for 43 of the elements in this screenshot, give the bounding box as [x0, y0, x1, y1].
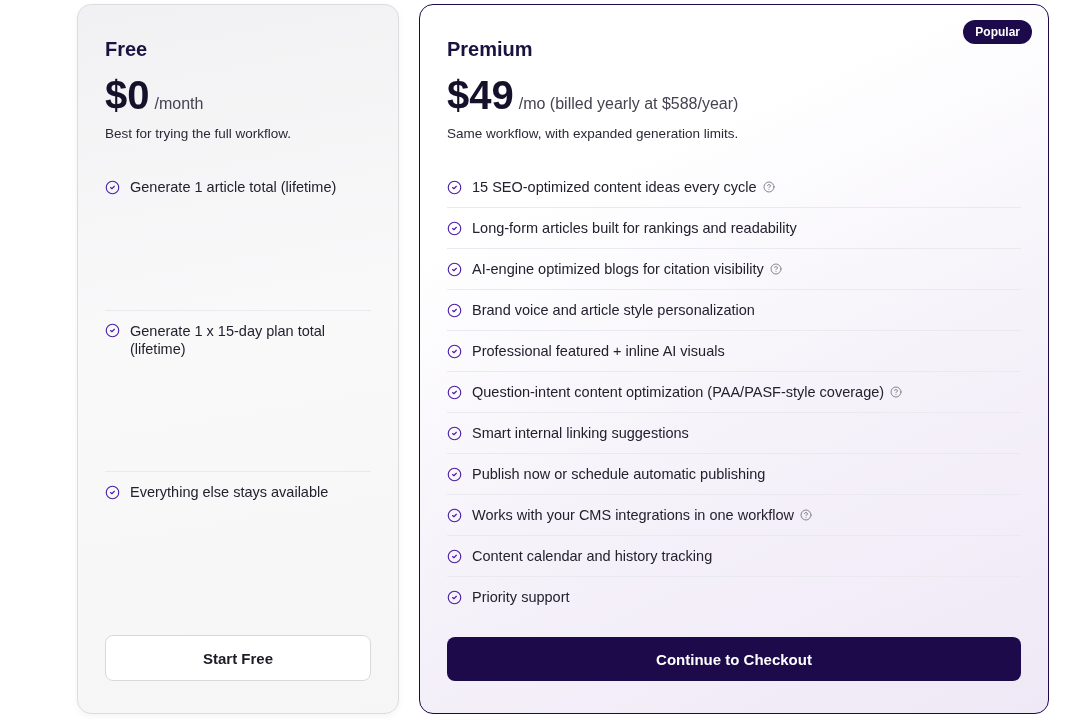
billing-period: /mo (billed yearly at $588/year) [518, 94, 739, 114]
check-circle-icon [447, 507, 462, 523]
check-circle-icon [447, 220, 462, 236]
feature-text: Long-form articles built for rankings and readability [472, 219, 797, 237]
feature-text: Professional featured + inline AI visuals [472, 342, 725, 360]
feature-text: Question-intent content optimization (PAA/PASF-style coverage) [472, 383, 885, 401]
check-circle-icon [447, 466, 462, 482]
feature-text: Priority support [472, 588, 570, 606]
help-icon[interactable] [890, 386, 903, 398]
start-button[interactable]: Start Free [105, 635, 371, 681]
plan-title: Premium [447, 37, 533, 61]
billing-period: /month [154, 94, 204, 114]
feature-text: Publish now or schedule automatic publishing [472, 465, 766, 483]
feature-text: Content calendar and history tracking [472, 547, 713, 565]
check-circle-icon [447, 261, 462, 277]
popular-badge: Popular [963, 20, 1032, 44]
feature-text: Works with your CMS integrations in one workflow [472, 506, 795, 524]
feature-text: 15 SEO-optimized content ideas every cycle [472, 178, 757, 196]
plan-title: Free [105, 37, 148, 61]
plan-description: Same workflow, with expanded generation limits. [447, 125, 739, 143]
feature-text: Generate 1 article total (lifetime) [130, 178, 337, 196]
check-circle-icon [447, 384, 462, 400]
plan-description: Best for trying the full workflow. [105, 125, 292, 143]
feature-text: Smart internal linking suggestions [472, 424, 689, 442]
check-circle-icon [105, 484, 120, 500]
feature-text: AI-engine optimized blogs for citation visibility [472, 260, 764, 278]
help-icon[interactable] [800, 509, 813, 521]
plan-price: $0 [105, 73, 150, 117]
check-circle-icon [447, 548, 462, 564]
check-circle-icon [105, 179, 120, 195]
help-icon[interactable] [762, 181, 775, 193]
check-circle-icon [447, 343, 462, 359]
check-circle-icon [447, 179, 462, 195]
plan-price: $49 [447, 73, 514, 117]
check-circle-icon [447, 589, 462, 605]
check-circle-icon [105, 323, 120, 339]
help-icon[interactable] [769, 263, 782, 275]
feature-text: Generate 1 x 15-day plan total (lifetime) [130, 321, 327, 358]
feature-text: Brand voice and article style personalization [472, 301, 755, 319]
check-circle-icon [447, 425, 462, 441]
check-circle-icon [447, 302, 462, 318]
checkout-button[interactable]: Continue to Checkout [447, 637, 1021, 681]
feature-text: Everything else stays available [130, 483, 329, 502]
